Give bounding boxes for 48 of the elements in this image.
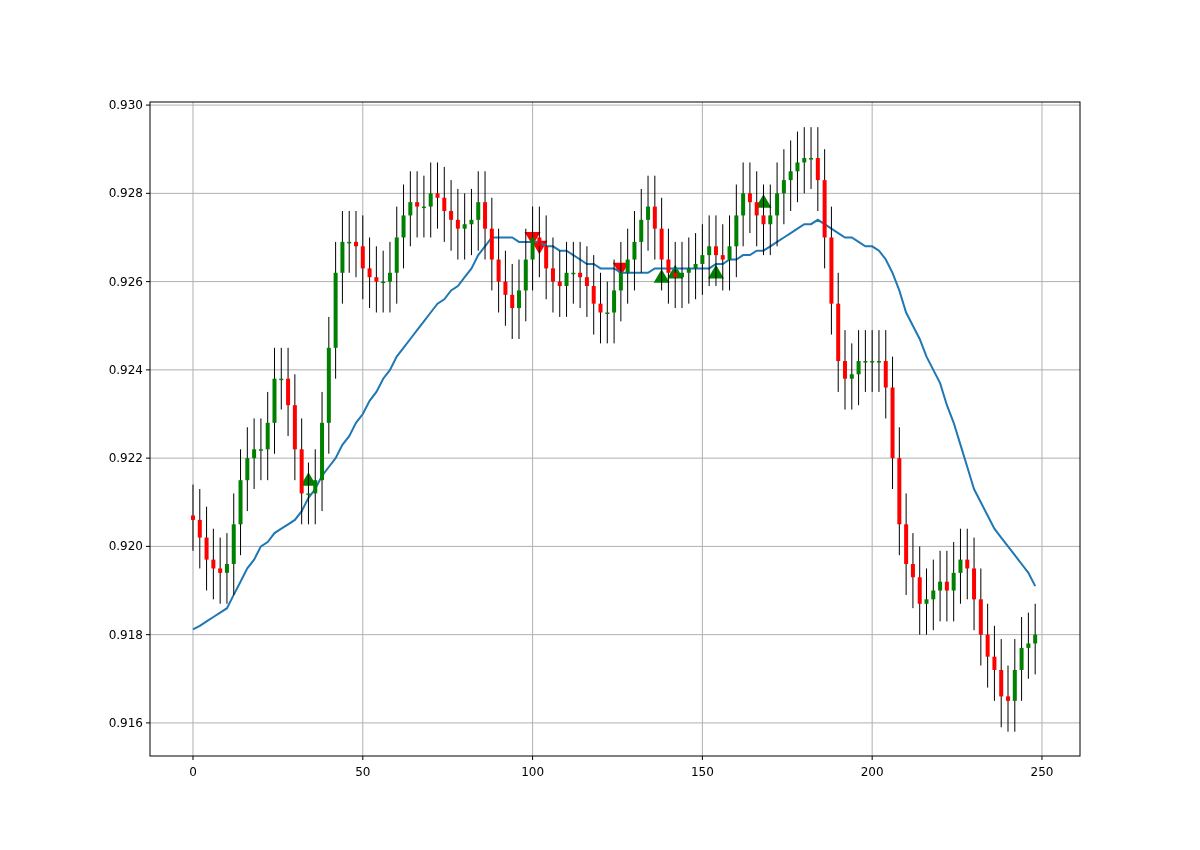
candle — [571, 241, 576, 305]
candle — [469, 188, 474, 256]
y-tick-label: 0.926 — [108, 274, 143, 289]
x-tick-label: 250 — [1030, 765, 1054, 779]
candle — [347, 210, 352, 274]
candle — [1026, 612, 1031, 680]
candle — [863, 329, 868, 393]
candle — [367, 237, 372, 309]
candle — [795, 131, 800, 203]
candle — [761, 184, 766, 256]
x-tick-label: 200 — [860, 765, 884, 779]
candle — [537, 206, 542, 278]
candle — [435, 161, 440, 230]
candle — [693, 232, 698, 300]
x-tick-label: 50 — [355, 765, 371, 779]
y-tick-label: 0.924 — [108, 362, 143, 377]
candle — [924, 567, 929, 636]
candle — [680, 241, 684, 309]
candle — [849, 342, 854, 411]
y-tick-label: 0.918 — [108, 627, 143, 642]
y-tick-label: 0.920 — [108, 539, 143, 554]
y-tick-label: 0.916 — [108, 715, 143, 730]
candle — [673, 241, 678, 309]
candle — [211, 528, 216, 600]
x-tick-label: 0 — [189, 765, 197, 779]
candle — [354, 210, 358, 278]
y-tick-label: 0.922 — [108, 451, 143, 466]
candle — [605, 281, 610, 344]
candle — [931, 559, 936, 631]
candle — [191, 484, 195, 552]
candle — [802, 126, 807, 194]
candle — [598, 272, 603, 344]
candle — [306, 462, 311, 525]
candle — [965, 528, 970, 600]
x-tick-label: 100 — [521, 765, 545, 779]
x-tick-label: 150 — [690, 765, 714, 779]
up-triangle-marker — [707, 264, 724, 279]
candle — [462, 192, 467, 261]
candle — [720, 223, 725, 291]
candle — [1006, 665, 1010, 733]
candle — [686, 237, 691, 305]
y-tick-label: 0.928 — [108, 186, 143, 201]
candle — [768, 184, 773, 256]
y-tick-label: 0.930 — [108, 98, 143, 113]
candle — [1033, 603, 1038, 675]
candle — [279, 347, 284, 411]
candle — [374, 245, 379, 313]
candle — [557, 250, 562, 318]
